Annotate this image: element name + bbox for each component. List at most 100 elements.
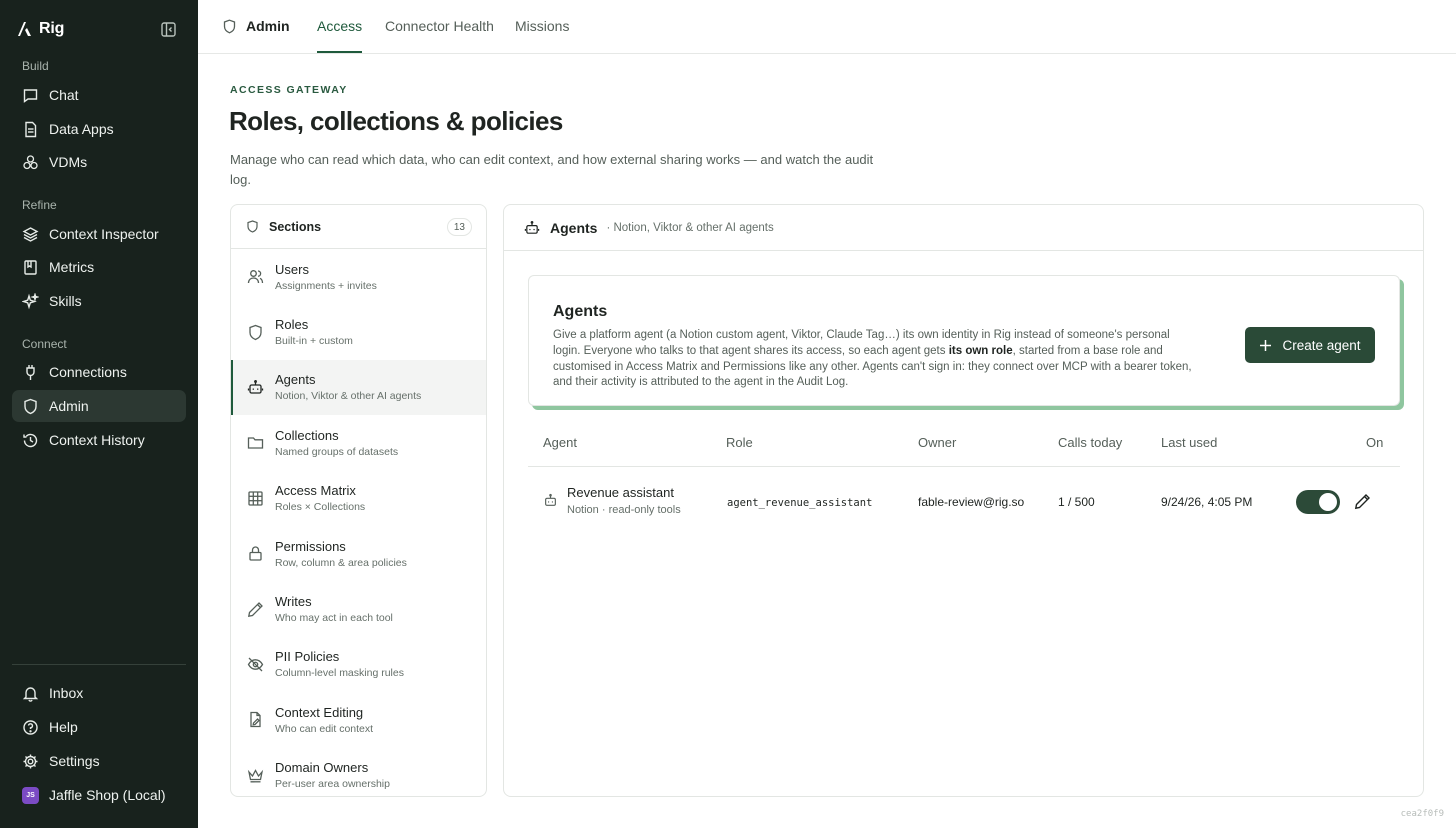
- tab-missions[interactable]: Missions: [515, 18, 569, 34]
- agents-info-card: Agents Give a platform agent (a Notion c…: [528, 275, 1400, 406]
- tab-connector-health[interactable]: Connector Health: [385, 18, 494, 34]
- edit-agent-button[interactable]: [1354, 493, 1372, 511]
- agent-owner: fable-review@rig.so: [918, 495, 1025, 509]
- book-icon: [22, 259, 39, 276]
- page-eyebrow: ACCESS GATEWAY: [230, 84, 348, 96]
- agent-enabled-toggle[interactable]: [1296, 490, 1340, 514]
- section-item-users[interactable]: Users Assignments + invites: [231, 249, 486, 304]
- section-item-pii-policies[interactable]: PII Policies Column-level masking rules: [231, 637, 486, 692]
- create-agent-button[interactable]: Create agent: [1245, 327, 1375, 363]
- column-header-agent[interactable]: Agent: [543, 435, 577, 450]
- sections-title: Sections: [269, 219, 322, 234]
- shield-icon: [247, 220, 258, 233]
- cubes-icon: [22, 154, 39, 171]
- help-icon: [22, 719, 39, 736]
- sparkle-icon: [22, 292, 39, 310]
- column-header-role[interactable]: Role: [726, 435, 753, 450]
- topbar-title-text: Admin: [246, 18, 290, 34]
- section-item-roles[interactable]: Roles Built-in + custom: [231, 304, 486, 359]
- column-header-calls-today[interactable]: Calls today: [1058, 435, 1122, 450]
- agent-name[interactable]: Revenue assistant: [567, 485, 681, 500]
- section-label-build: Build: [22, 59, 49, 73]
- sidebar-item-settings[interactable]: Settings: [12, 745, 186, 777]
- section-item-collections[interactable]: Collections Named groups of datasets: [231, 415, 486, 470]
- section-item-sub: Assignments + invites: [275, 279, 377, 292]
- agents-panel-subtitle: · Notion, Viktor & other AI agents: [606, 221, 774, 234]
- section-item-sub: Per-user area ownership: [275, 778, 390, 791]
- eye-off-icon: [247, 656, 264, 673]
- section-item-sub: Named groups of datasets: [275, 445, 399, 458]
- layers-icon: [22, 226, 39, 243]
- section-item-sub: Roles × Collections: [275, 501, 366, 514]
- column-header-last-used[interactable]: Last used: [1161, 435, 1217, 450]
- sidebar-item-context-inspector[interactable]: Context Inspector: [12, 218, 186, 250]
- sidebar-item-metrics[interactable]: Metrics: [12, 251, 186, 283]
- workspace-avatar: JS: [22, 786, 39, 804]
- create-agent-label: Create agent: [1282, 337, 1361, 353]
- sidebar-item-chat[interactable]: Chat: [12, 79, 186, 111]
- sidebar-item-connections[interactable]: Connections: [12, 356, 186, 388]
- plug-icon: [22, 364, 39, 381]
- section-item-writes[interactable]: Writes Who may act in each tool: [231, 581, 486, 636]
- tab-access[interactable]: Access: [317, 18, 362, 34]
- sidebar-item-inbox[interactable]: Inbox: [12, 677, 186, 709]
- sections-count-badge: 13: [446, 218, 472, 236]
- pencil-icon: [1354, 494, 1370, 510]
- sidebar-item-label: Context History: [49, 432, 145, 448]
- info-card-emphasis: its own role: [948, 344, 1013, 357]
- section-item-name: Access Matrix: [275, 483, 356, 499]
- folder-icon: [247, 434, 264, 451]
- agents-panel: Agents · Notion, Viktor & other AI agent…: [503, 204, 1424, 797]
- section-item-sub: Who may act in each tool: [275, 612, 393, 625]
- sidebar-item-label: VDMs: [49, 154, 88, 170]
- section-item-access-matrix[interactable]: Access Matrix Roles × Collections: [231, 471, 486, 526]
- section-item-domain-owners[interactable]: Domain Owners Per-user area ownership: [231, 748, 486, 796]
- table-row[interactable]: Revenue assistant Notion · read-only too…: [528, 469, 1400, 533]
- users-icon: [247, 268, 264, 285]
- bot-icon: [545, 493, 556, 506]
- section-item-name: Agents: [275, 372, 316, 388]
- sidebar-item-skills[interactable]: Skills: [12, 285, 186, 317]
- sidebar-collapse-icon: [161, 22, 176, 37]
- agent-calls-today: 1 / 500: [1058, 495, 1095, 509]
- workspace-switcher[interactable]: JS Jaffle Shop (Local): [12, 779, 186, 811]
- rig-logo-icon: [18, 22, 31, 36]
- sidebar-item-vdms[interactable]: VDMs: [12, 146, 186, 178]
- info-card-title: Agents: [553, 303, 608, 320]
- brand-name: Rig: [39, 20, 65, 37]
- agents-panel-title: Agents: [550, 219, 598, 236]
- section-item-agents[interactable]: Agents Notion, Viktor & other AI agents: [231, 359, 486, 416]
- lock-icon: [247, 545, 264, 562]
- section-label-connect: Connect: [22, 337, 67, 351]
- sidebar-item-context-history[interactable]: Context History: [12, 424, 186, 456]
- info-card-body: Give a platform agent (a Notion custom a…: [553, 328, 1193, 391]
- agents-table-header: Agent Role Owner Calls today Last used O…: [528, 431, 1400, 467]
- sidebar-item-label: Skills: [49, 293, 82, 309]
- section-label-refine: Refine: [22, 198, 57, 212]
- section-item-name: Writes: [275, 594, 312, 610]
- agents-panel-header: Agents · Notion, Viktor & other AI agent…: [504, 205, 1423, 251]
- column-header-owner[interactable]: Owner: [918, 435, 956, 450]
- sidebar-item-help[interactable]: Help: [12, 711, 186, 743]
- crown-icon: [247, 767, 264, 784]
- section-item-permissions[interactable]: Permissions Row, column & area policies: [231, 526, 486, 581]
- sidebar-item-label: Connections: [49, 364, 127, 380]
- sidebar-item-label: Inbox: [49, 685, 84, 701]
- sidebar-item-data-apps[interactable]: Data Apps: [12, 113, 186, 145]
- agent-subtitle: Notion · read-only tools: [567, 504, 681, 516]
- sidebar-item-admin[interactable]: Admin: [12, 390, 186, 422]
- sidebar-item-label: Data Apps: [49, 121, 114, 137]
- sidebar-item-label: Settings: [49, 753, 100, 769]
- build-hash: cea2f0f9: [1400, 809, 1444, 819]
- collapse-sidebar-button[interactable]: [160, 21, 177, 38]
- sidebar: Rig Build Chat Data Apps VDMs Refine Con…: [0, 0, 198, 828]
- section-item-name: Roles: [275, 317, 309, 333]
- section-item-context-editing[interactable]: Context Editing Who can edit context: [231, 692, 486, 747]
- brand[interactable]: Rig: [16, 20, 64, 38]
- section-item-name: Users: [275, 261, 309, 277]
- agent-cell: Revenue assistant Notion · read-only too…: [543, 485, 681, 516]
- topbar: Admin Access Connector Health Missions: [198, 0, 1456, 54]
- column-header-on[interactable]: On: [1366, 435, 1383, 450]
- document-icon: [22, 121, 39, 138]
- agent-role: agent_revenue_assistant: [727, 497, 873, 509]
